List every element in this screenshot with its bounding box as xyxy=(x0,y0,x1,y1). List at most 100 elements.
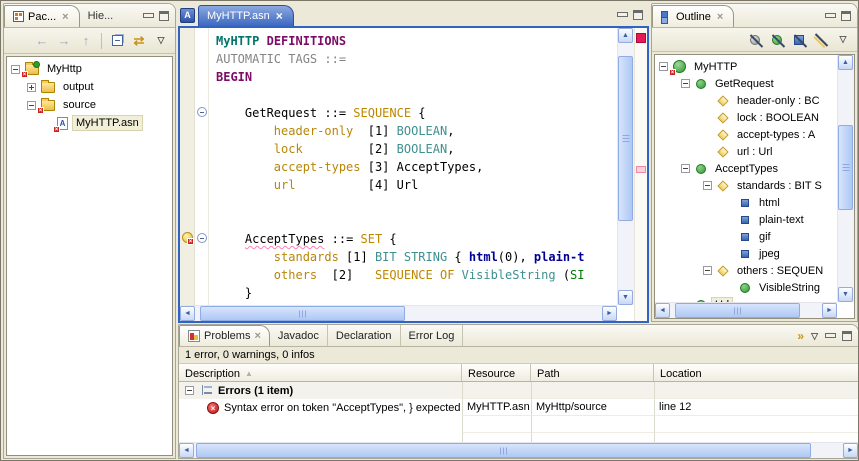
scroll-down-icon[interactable]: ▼ xyxy=(618,290,633,305)
scroll-up-icon[interactable]: ▲ xyxy=(618,28,633,43)
tab-problems[interactable]: Problems × xyxy=(179,325,270,346)
scrollbar-thumb[interactable] xyxy=(196,443,811,458)
problems-horizontal-scrollbar[interactable]: ◄ ► xyxy=(179,442,858,458)
tree-item-gif[interactable]: gif xyxy=(655,228,837,245)
tree-item-html[interactable]: html xyxy=(655,194,837,211)
editor-horizontal-scrollbar[interactable]: ◄ ► xyxy=(180,305,617,321)
code-area[interactable]: MyHTTP DEFINITIONS AUTOMATIC TAGS ::= BEGI… xyxy=(210,28,617,305)
tree-item-visiblestring[interactable]: VisibleString xyxy=(655,279,837,296)
tree-item-source[interactable]: source xyxy=(7,96,172,114)
up-icon[interactable]: ↑ xyxy=(76,31,96,51)
tab-error-log[interactable]: Error Log xyxy=(401,325,464,346)
fold-collapse-icon[interactable] xyxy=(197,233,207,243)
outline-horizontal-scrollbar[interactable]: ◄ ► xyxy=(655,302,837,318)
hide-fields-icon[interactable] xyxy=(811,30,831,50)
scroll-left-icon[interactable]: ◄ xyxy=(180,306,195,321)
collapse-expander-icon[interactable] xyxy=(681,79,690,88)
occurrence-overview-marker[interactable] xyxy=(636,166,646,173)
close-icon[interactable]: × xyxy=(60,11,70,23)
hide-named-numbers-icon[interactable] xyxy=(789,30,809,50)
hide-types-icon[interactable] xyxy=(767,30,787,50)
scrollbar-thumb[interactable] xyxy=(200,306,405,321)
scroll-left-icon[interactable]: ◄ xyxy=(179,443,194,458)
code-line: AUTOMATIC TAGS ::= xyxy=(216,52,347,66)
close-icon[interactable]: × xyxy=(276,10,283,22)
column-description[interactable]: Description ▲ xyxy=(179,364,462,381)
collapse-expander-icon[interactable] xyxy=(681,164,690,173)
tree-item-myhttp-asn[interactable]: MyHTTP.asn xyxy=(7,114,172,133)
scroll-left-icon[interactable]: ◄ xyxy=(655,303,670,318)
maximize-icon[interactable] xyxy=(159,11,169,21)
problem-row[interactable]: Syntax error on token "AcceptTypes", } e… xyxy=(179,399,858,416)
back-icon[interactable]: ← xyxy=(32,31,52,51)
scroll-right-icon[interactable]: ► xyxy=(602,306,617,321)
column-location[interactable]: Location xyxy=(654,364,858,381)
scrollbar-thumb[interactable] xyxy=(618,56,633,221)
scroll-down-icon[interactable]: ▼ xyxy=(838,287,853,302)
tree-item-plain-text[interactable]: plain-text xyxy=(655,211,837,228)
tree-item-url-url[interactable]: url : Url xyxy=(655,143,837,160)
minimize-icon[interactable] xyxy=(617,11,628,20)
maximize-icon[interactable] xyxy=(842,331,852,341)
maximize-icon[interactable] xyxy=(841,11,851,21)
tree-item-output[interactable]: output xyxy=(7,78,172,96)
view-menu-icon[interactable]: ▽ xyxy=(833,30,853,50)
collapse-expander-icon[interactable] xyxy=(185,386,194,395)
column-resource[interactable]: Resource xyxy=(462,364,531,381)
tree-item-jpeg[interactable]: jpeg xyxy=(655,245,837,262)
module-icon xyxy=(669,60,686,76)
scrollbar-thumb[interactable] xyxy=(838,125,853,210)
minimize-icon[interactable] xyxy=(143,12,154,21)
package-explorer-tree[interactable]: MyHttp output source MyHTTP.asn xyxy=(6,56,173,456)
tab-editor-myhttp-asn[interactable]: MyHTTP.asn × xyxy=(198,5,294,26)
scrollbar-thumb[interactable] xyxy=(675,303,800,318)
editor-part: MyHTTP.asn × MyHTTP DEFINITIONSAUTOMATIC… xyxy=(178,3,649,323)
fold-collapse-icon[interactable] xyxy=(197,107,207,117)
view-menu-icon[interactable]: ▽ xyxy=(151,31,171,51)
expand-expander-icon[interactable] xyxy=(27,82,36,92)
minimize-icon[interactable] xyxy=(825,332,836,341)
error-overview-marker[interactable] xyxy=(636,33,646,43)
tree-item-standards-bit-s[interactable]: standards : BIT S xyxy=(655,177,837,194)
minimize-icon[interactable] xyxy=(825,12,836,21)
tab-outline[interactable]: Outline × xyxy=(652,5,735,27)
tree-item-others-sequen[interactable]: others : SEQUEN xyxy=(655,262,837,279)
tree-item-accepttypes[interactable]: AcceptTypes xyxy=(655,160,837,177)
tab-javadoc[interactable]: Javadoc xyxy=(270,325,328,346)
outline-tree[interactable]: MyHTTP GetRequest header-only : BC lock : B… xyxy=(655,55,837,302)
outline-vertical-scrollbar[interactable]: ▲ ▼ xyxy=(837,55,854,302)
filter-icon[interactable]: » xyxy=(797,330,804,342)
errors-group-row[interactable]: Errors (1 item) xyxy=(179,382,858,399)
close-icon[interactable]: × xyxy=(254,330,260,342)
editor-vertical-scrollbar[interactable]: ▲ ▼ xyxy=(617,28,634,305)
tab-hierarchy[interactable]: Hie... xyxy=(80,5,122,27)
tree-item-myhttp[interactable]: MyHttp xyxy=(7,60,172,78)
link-with-editor-icon[interactable]: ⇄ xyxy=(129,31,149,51)
scroll-right-icon[interactable]: ► xyxy=(822,303,837,318)
collapse-expander-icon[interactable] xyxy=(703,266,712,275)
tree-item-getrequest[interactable]: GetRequest xyxy=(655,75,837,92)
scroll-up-icon[interactable]: ▲ xyxy=(838,55,853,70)
tree-item-header-only-bc[interactable]: header-only : BC xyxy=(655,92,837,109)
tab-package-explorer[interactable]: Pac... × xyxy=(4,5,80,27)
annotation-ruler[interactable] xyxy=(180,28,195,305)
overview-ruler[interactable] xyxy=(634,28,647,321)
maximize-icon[interactable] xyxy=(633,10,643,20)
quickfix-error-icon[interactable] xyxy=(182,232,194,245)
collapse-expander-icon[interactable] xyxy=(703,181,712,190)
hide-variables-icon[interactable] xyxy=(745,30,765,50)
tree-item-myhttp[interactable]: MyHTTP xyxy=(655,58,837,76)
close-icon[interactable]: × xyxy=(715,11,725,23)
forward-icon[interactable]: → xyxy=(54,31,74,51)
view-menu-icon[interactable]: ▽ xyxy=(811,331,818,341)
collapse-expander-icon[interactable] xyxy=(11,64,20,74)
tree-item-accept-types-a[interactable]: accept-types : A xyxy=(655,126,837,143)
collapse-expander-icon[interactable] xyxy=(27,100,36,110)
folding-ruler[interactable] xyxy=(196,28,209,305)
tab-declaration[interactable]: Declaration xyxy=(328,325,401,346)
tree-item-lock-boolean[interactable]: lock : BOOLEAN xyxy=(655,109,837,126)
column-path[interactable]: Path xyxy=(531,364,654,381)
collapse-all-icon[interactable] xyxy=(107,31,127,51)
collapse-expander-icon[interactable] xyxy=(659,62,668,71)
scroll-right-icon[interactable]: ► xyxy=(843,443,858,458)
